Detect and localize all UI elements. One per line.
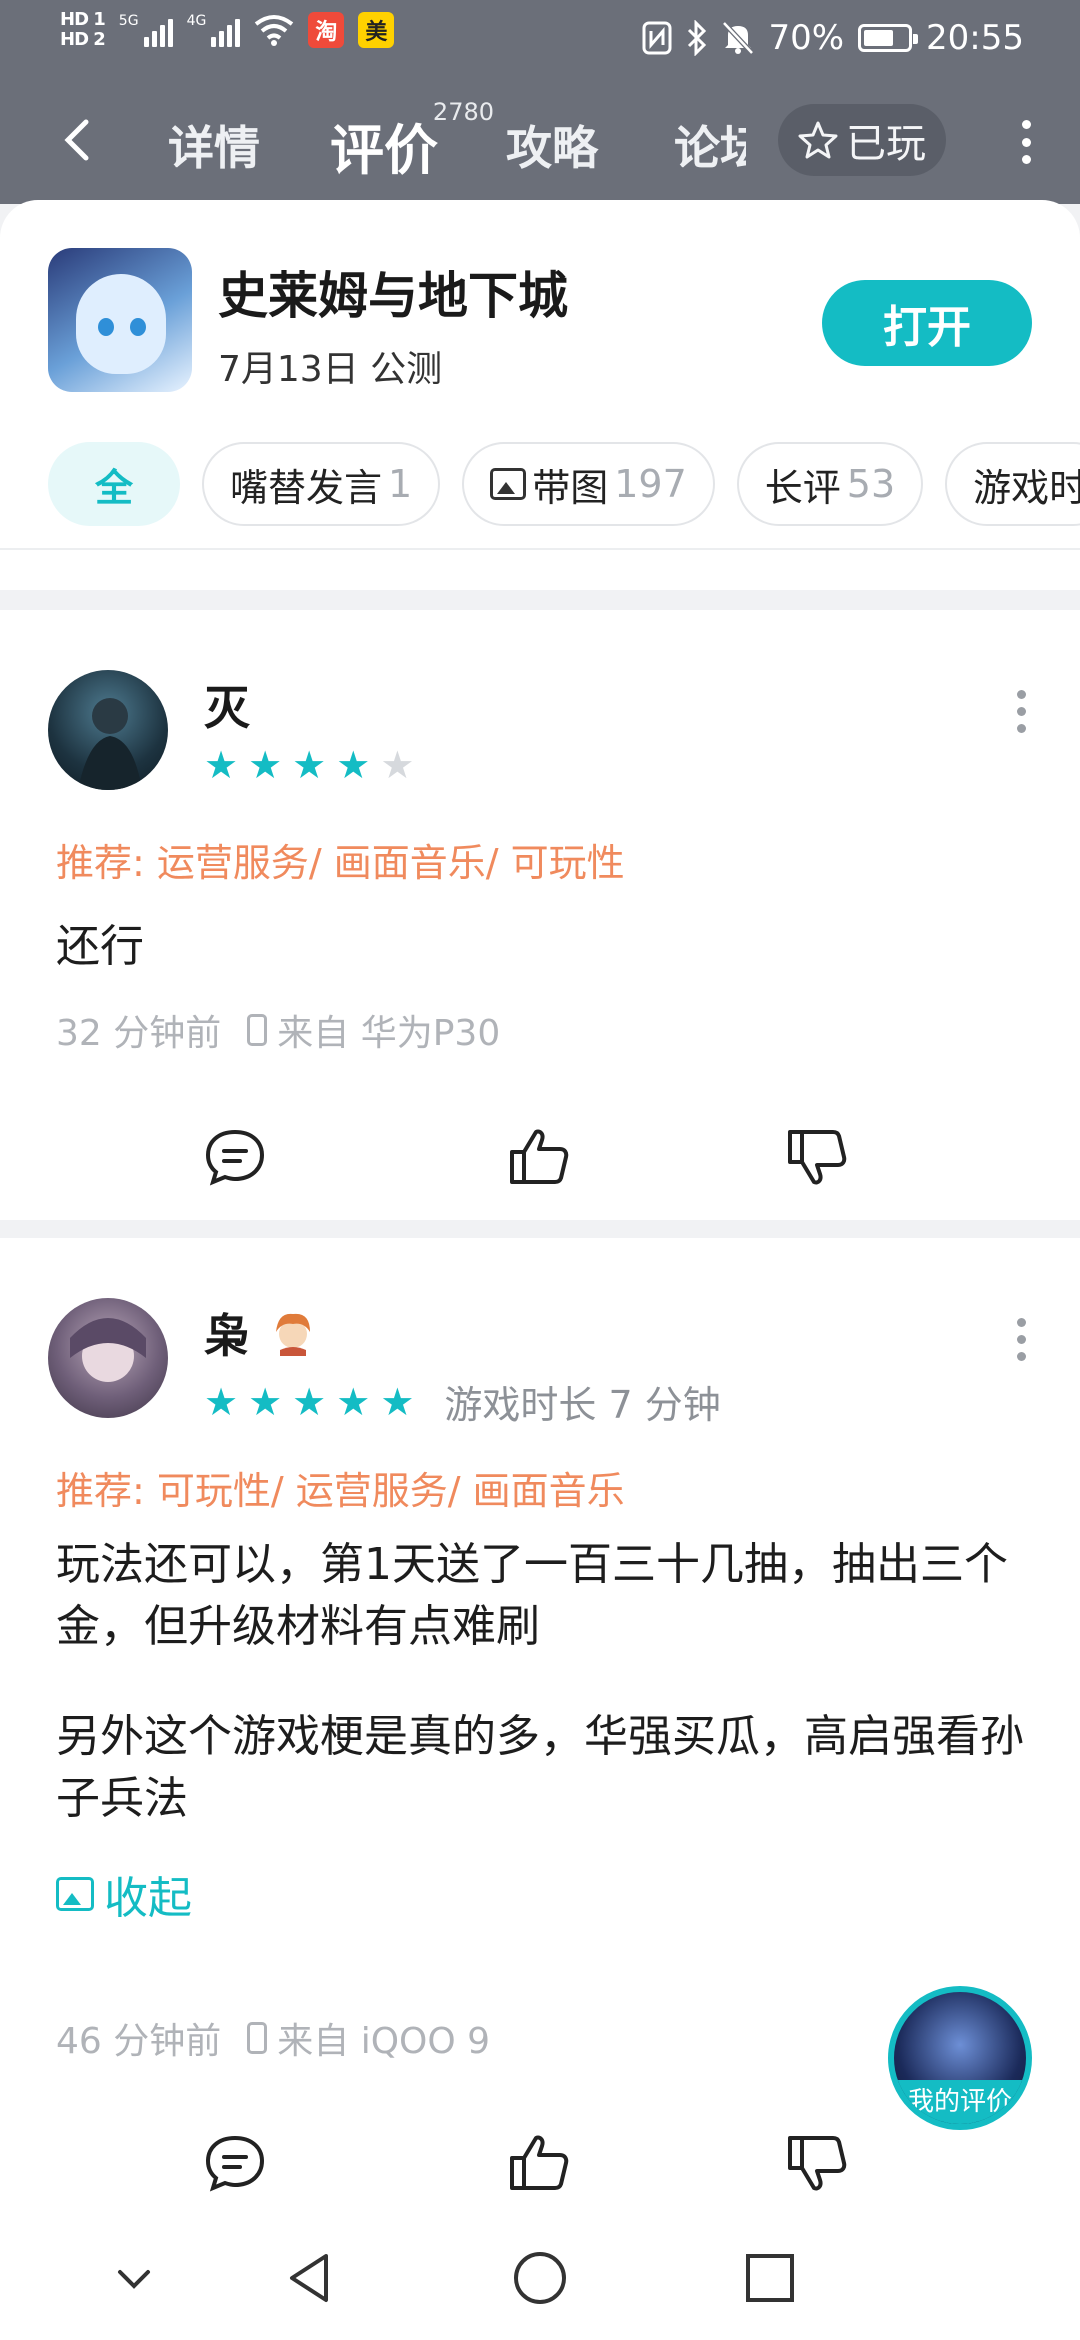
app-info-panel: 史莱姆与地下城 7月13日 公测 打开 全 嘴替发言 1 带图 197 长评 53 游… xyxy=(0,200,1080,590)
thumbs-up-icon[interactable] xyxy=(504,2128,574,2198)
review-options-button[interactable] xyxy=(1014,690,1028,733)
signal-5g-icon: 5G xyxy=(119,13,173,47)
rating-stars: ★ ★ ★ ★ ★ 游戏时长 7 分钟 xyxy=(204,1374,721,1429)
tab-guides[interactable]: 攻略 xyxy=(506,112,598,178)
release-info: 7月13日 公测 xyxy=(218,349,443,390)
comment-icon[interactable] xyxy=(200,2128,270,2198)
star-filled-icon: ★ xyxy=(204,743,239,787)
nav-home-icon[interactable] xyxy=(510,2248,570,2308)
thumbs-down-icon[interactable] xyxy=(782,2128,852,2198)
more-menu-button[interactable] xyxy=(1016,114,1036,170)
collapse-button[interactable]: 收起 xyxy=(56,1862,192,1926)
star-filled-icon: ★ xyxy=(248,743,283,787)
my-review-label: 我的评价 xyxy=(894,2080,1026,2124)
filter-all[interactable]: 全 xyxy=(48,442,180,526)
filter-long-review[interactable]: 长评 53 xyxy=(736,442,924,526)
star-outline-icon xyxy=(798,121,838,159)
star-filled-icon: ★ xyxy=(292,1379,327,1424)
review-card: 灭 ★ ★ ★ ★ ★ 推荐: 运营服务/ 画面音乐/ 可玩性 还行 32 分钟… xyxy=(0,610,1080,1220)
review-meta: 46 分钟前 来自 iQOO 9 xyxy=(56,2021,491,2062)
username[interactable]: 灭 xyxy=(204,672,250,738)
battery-percent: 70% xyxy=(768,18,845,58)
star-filled-icon: ★ xyxy=(292,743,327,787)
chevron-left-icon xyxy=(64,119,89,161)
filter-with-images[interactable]: 带图 197 xyxy=(462,442,715,526)
star-filled-icon: ★ xyxy=(336,743,371,787)
review-options-button[interactable] xyxy=(1014,1318,1028,1361)
comment-icon[interactable] xyxy=(200,1122,270,1192)
thumbs-down-icon[interactable] xyxy=(782,1122,852,1192)
system-nav-bar xyxy=(0,2220,1080,2340)
rating-stars: ★ ★ ★ ★ ★ xyxy=(204,746,414,784)
review-meta: 32 分钟前 来自 华为P30 xyxy=(56,1013,501,1054)
nav-back-icon[interactable] xyxy=(280,2248,340,2308)
taobao-icon: 淘 xyxy=(308,12,345,48)
nfc-icon xyxy=(642,21,672,55)
tab-details[interactable]: 详情 xyxy=(168,112,260,178)
username[interactable]: 枭 xyxy=(204,1300,318,1366)
recommend-tags: 推荐: 可玩性/ 运营服务/ 画面音乐 xyxy=(56,1469,625,1513)
tab-reviews[interactable]: 评价 2780 xyxy=(330,98,494,185)
tab-forum[interactable]: 论坛 xyxy=(674,112,746,178)
my-review-button[interactable]: 我的评价 xyxy=(888,1986,1032,2130)
filter-chips: 全 嘴替发言 1 带图 197 长评 53 游戏时 xyxy=(48,442,1080,526)
top-nav: 详情 评价 2780 攻略 论坛 已玩 xyxy=(0,84,1080,204)
recommend-tags: 推荐: 运营服务/ 画面音乐/ 可玩性 xyxy=(56,841,625,885)
chevron-down-icon[interactable] xyxy=(112,2258,156,2302)
playtime: 游戏时长 7 分钟 xyxy=(444,1383,721,1427)
review-text: 玩法还可以，第1天送了一百三十几抽，抽出三个金，但升级材料有点难刷 xyxy=(56,1539,1008,1652)
filter-playtime[interactable]: 游戏时 xyxy=(945,442,1080,526)
status-bar: HD 1 HD 2 5G 4G 淘 美 70% 20:55 xyxy=(0,0,1080,84)
filter-spokesperson[interactable]: 嘴替发言 1 xyxy=(202,442,441,526)
review-count: 2780 xyxy=(432,98,494,126)
star-filled-icon: ★ xyxy=(204,1379,239,1424)
avatar[interactable] xyxy=(48,670,168,790)
bluetooth-icon xyxy=(688,20,707,56)
game-title: 史莱姆与地下城 xyxy=(218,267,568,325)
divider xyxy=(0,548,1080,550)
open-button[interactable]: 打开 xyxy=(822,280,1032,366)
hd-indicator: HD 1 HD 2 xyxy=(60,9,106,50)
battery-icon xyxy=(858,24,919,52)
game-icon xyxy=(48,248,192,392)
signal-4g-icon: 4G xyxy=(187,13,241,47)
image-icon xyxy=(490,468,527,500)
nav-recents-icon[interactable] xyxy=(740,2248,800,2308)
image-icon xyxy=(56,1877,94,1911)
thumbs-up-icon[interactable] xyxy=(504,1122,574,1192)
wifi-icon xyxy=(255,15,294,46)
avatar[interactable] xyxy=(48,1298,168,1418)
badge-avatar-icon xyxy=(276,1313,310,1356)
mute-icon xyxy=(722,21,755,55)
phone-icon xyxy=(247,1014,268,1046)
played-button[interactable]: 已玩 xyxy=(778,104,946,176)
star-filled-icon: ★ xyxy=(336,1379,371,1424)
star-empty-icon: ★ xyxy=(380,743,415,787)
star-filled-icon: ★ xyxy=(380,1379,415,1424)
review-text: 还行 xyxy=(56,921,144,972)
star-filled-icon: ★ xyxy=(248,1379,283,1424)
meituan-icon: 美 xyxy=(358,12,395,48)
clock: 20:55 xyxy=(926,18,1024,58)
phone-icon xyxy=(247,2022,268,2054)
back-button[interactable] xyxy=(56,110,116,170)
review-text: 另外这个游戏梗是真的多，华强买瓜，高启强看孙子兵法 xyxy=(56,1711,1024,1824)
